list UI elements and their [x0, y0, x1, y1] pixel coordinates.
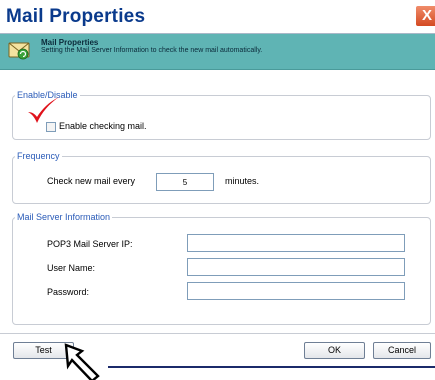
window-title: Mail Properties: [6, 6, 146, 27]
bottom-rule: [108, 366, 435, 368]
mail-envelope-icon: [8, 42, 30, 60]
header-band: Mail Properties Setting the Mail Server …: [0, 34, 435, 70]
enable-disable-group: Enable/Disable Enable checking mail.: [12, 90, 431, 140]
red-checkmark-icon: [28, 97, 59, 123]
check-every-label: Check new mail every: [47, 176, 136, 186]
password-input[interactable]: [187, 282, 405, 300]
footer-divider: [0, 333, 435, 334]
password-label: Password:: [47, 287, 90, 297]
header-subtitle: Setting the Mail Server Information to c…: [41, 47, 263, 54]
frequency-legend: Frequency: [17, 151, 60, 161]
close-button[interactable]: X: [415, 5, 435, 27]
header-title: Mail Properties: [41, 38, 99, 47]
enable-checking-label: Enable checking mail.: [59, 121, 147, 131]
mail-server-legend: Mail Server Information: [17, 212, 111, 222]
pop3-server-input[interactable]: [187, 234, 405, 252]
close-icon: X: [422, 7, 433, 24]
frequency-minutes-input[interactable]: [156, 173, 214, 191]
user-name-label: User Name:: [47, 263, 96, 273]
ok-button[interactable]: OK: [304, 342, 365, 359]
user-name-input[interactable]: [187, 258, 405, 276]
frequency-group: Frequency Check new mail every minutes.: [12, 151, 431, 204]
pop3-server-label: POP3 Mail Server IP:: [47, 239, 133, 249]
minutes-label: minutes.: [225, 176, 260, 186]
cancel-button[interactable]: Cancel: [373, 342, 431, 359]
mail-properties-dialog: Mail Properties X Mail Properties Settin…: [0, 0, 435, 380]
arrow-pointer-icon: [64, 343, 100, 380]
mail-server-group: Mail Server Information POP3 Mail Server…: [12, 212, 431, 325]
title-bar: Mail Properties X: [0, 0, 435, 34]
